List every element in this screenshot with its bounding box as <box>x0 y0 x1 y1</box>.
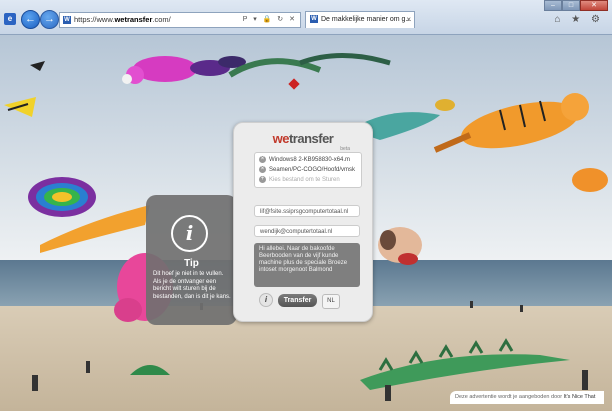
tab-title: De makkelijke manier om g... <box>321 16 412 23</box>
tip-bubble: i Tip Dit hoef je niet in te vullen. Als… <box>146 195 244 325</box>
sender-email-field[interactable]: wendijk@computertotaal.nl <box>254 225 360 237</box>
green-ground-dragon <box>130 338 570 390</box>
advertiser-name[interactable]: It's Nice That <box>564 394 596 400</box>
maximize-button[interactable]: □ <box>562 0 580 11</box>
remove-file-icon[interactable]: × <box>259 156 266 163</box>
pink-cat-kite <box>122 56 246 84</box>
wetransfer-panel: wetransfer beta × Windows8 2-KB958830-x64… <box>233 122 373 322</box>
advertiser-credit[interactable]: Deze advertentie wordt je aangeboden doo… <box>450 391 604 404</box>
add-file-item[interactable]: + Kies bestand om te Sturen <box>259 176 340 183</box>
dog-kite <box>378 227 422 265</box>
window-controls: – □ ✕ <box>544 0 608 11</box>
orange-tiger-kite <box>433 93 589 153</box>
transfer-button[interactable]: Transfer <box>278 294 317 307</box>
address-bar[interactable]: W https://www.wetransfer.com/ P ▾ 🔒 ↻ ✕ <box>59 12 301 28</box>
close-window-button[interactable]: ✕ <box>580 0 608 11</box>
rainbow-fish-kite <box>28 177 96 217</box>
recipient-email-field[interactable]: lif@fsite.ssiprsgcomputertotaal.nl <box>254 205 360 217</box>
small-black-kite <box>30 61 45 71</box>
address-tools-icons[interactable]: P ▾ 🔒 ↻ ✕ <box>243 13 297 27</box>
wetransfer-logo: wetransfer <box>272 131 334 146</box>
remove-file-icon[interactable]: × <box>259 166 266 173</box>
tip-title: Tip <box>184 258 199 269</box>
toolbar-home-favorites-settings-icons[interactable]: ⌂ ★ ⚙ <box>554 14 604 25</box>
info-icon: i <box>171 215 208 252</box>
file-item[interactable]: × Windows8 2-KB958830-x64.m <box>259 156 350 163</box>
minimize-button[interactable]: – <box>544 0 562 11</box>
ie-app-icon: e <box>4 13 16 25</box>
info-button[interactable]: i <box>259 293 273 307</box>
language-button[interactable]: NL <box>322 294 340 309</box>
browser-chrome: – □ ✕ e ← → W https://www.wetransfer.com… <box>0 0 612 35</box>
tab-favicon-icon: W <box>310 15 318 24</box>
message-field[interactable]: Hi allebei. Naar de bakoofde Beerbooden … <box>254 243 360 287</box>
file-list: × Windows8 2-KB958830-x64.m × Seamen/PC-CO… <box>254 152 362 188</box>
address-url[interactable]: https://www.wetransfer.com/ <box>74 13 171 27</box>
tab-close-icon[interactable]: × <box>406 12 411 28</box>
tip-text: Dit hoef je niet in te vullen. Als je de… <box>153 271 231 300</box>
small-tiger-kite <box>572 168 608 192</box>
browser-tab[interactable]: W De makkelijke manier om g... × <box>305 11 415 28</box>
site-favicon-icon: W <box>63 16 71 24</box>
file-item[interactable]: × Seamen/PC-COGO/Hoofd/vmsk <box>259 166 355 173</box>
small-red-kite <box>288 78 300 90</box>
add-file-icon[interactable]: + <box>259 176 266 183</box>
green-dragon-kite <box>228 53 391 78</box>
yellow-kite <box>4 97 36 117</box>
forward-button[interactable]: → <box>40 10 59 29</box>
back-button[interactable]: ← <box>21 10 40 29</box>
